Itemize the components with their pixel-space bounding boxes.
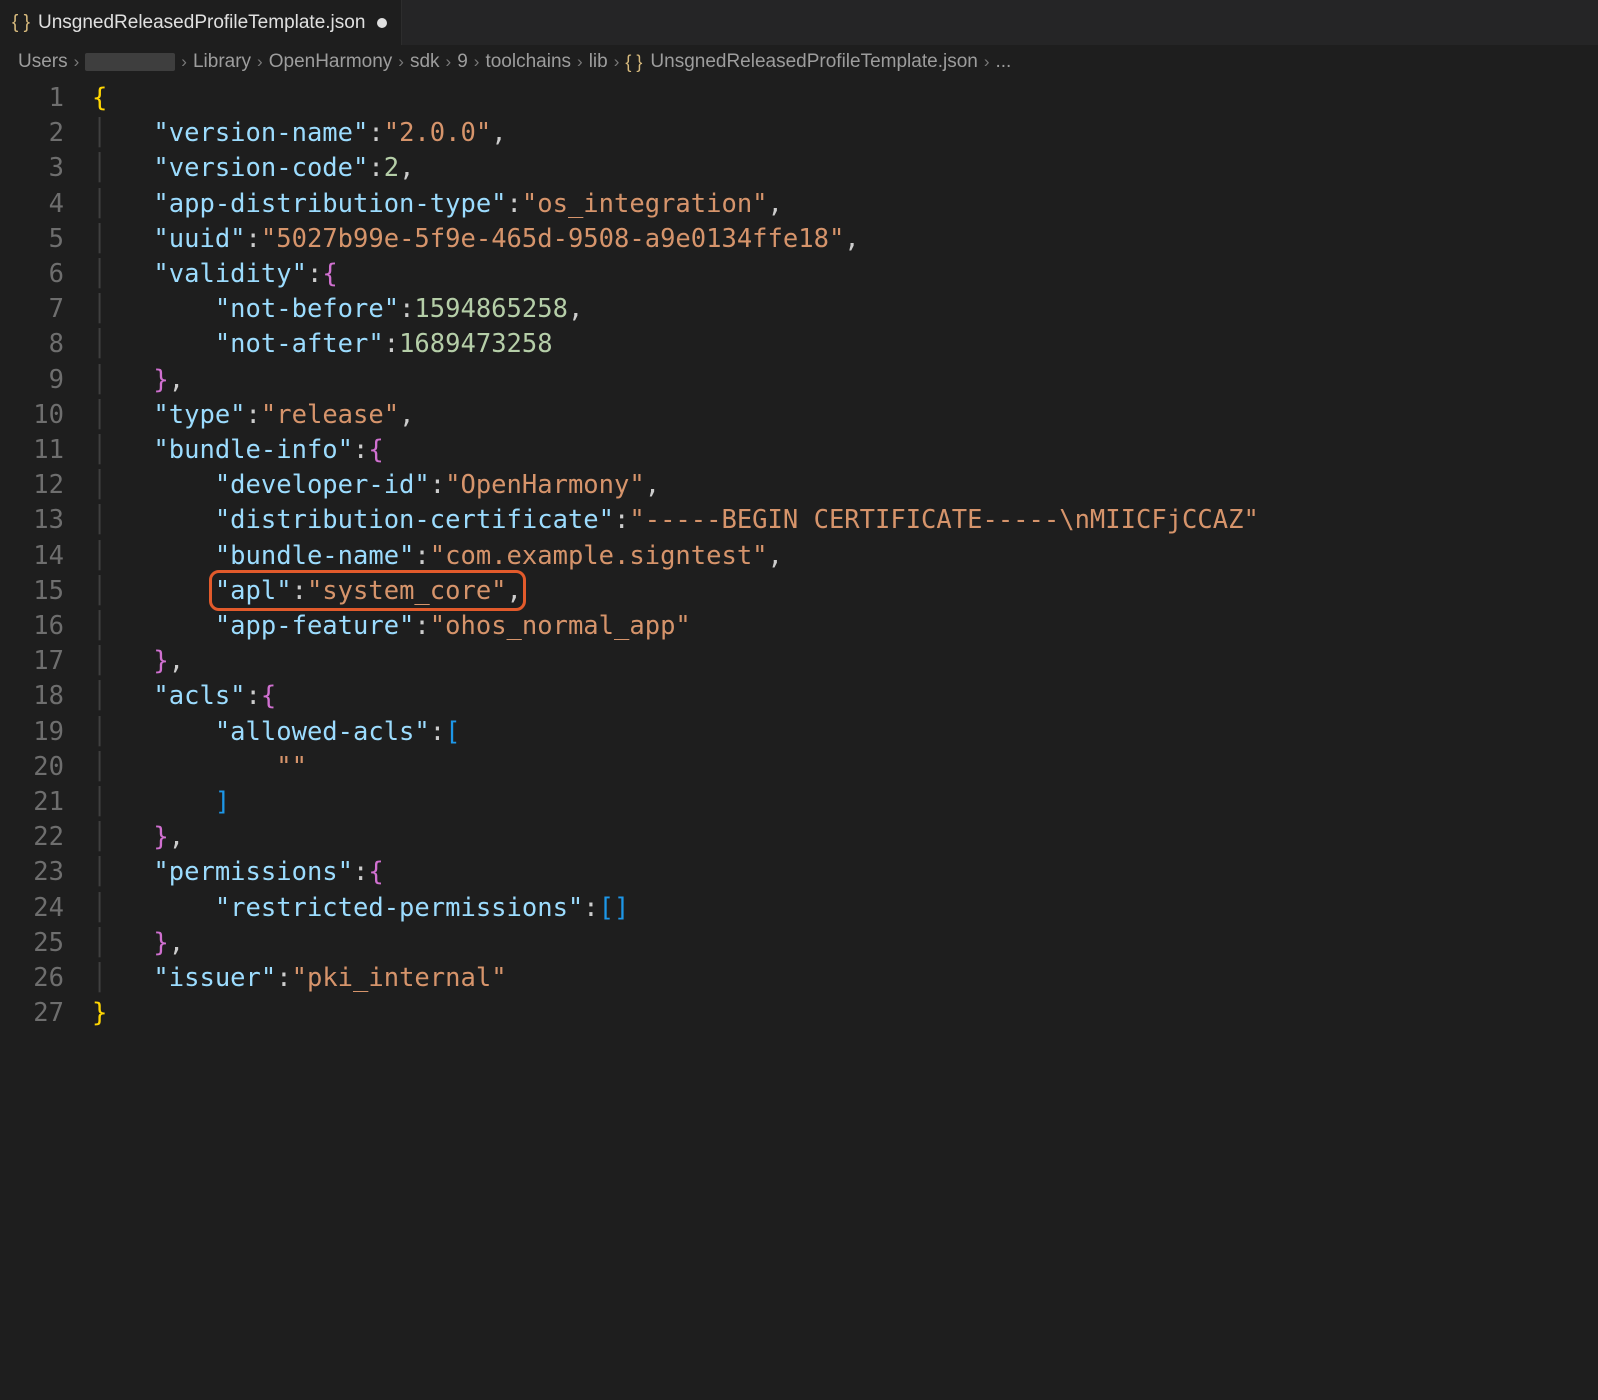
- breadcrumb-item[interactable]: UnsgnedReleasedProfileTemplate.json: [650, 51, 977, 73]
- tab-bar: { } UnsgnedReleasedProfileTemplate.json: [0, 0, 1598, 45]
- breadcrumb-item[interactable]: lib: [589, 51, 608, 73]
- dirty-indicator-icon: [377, 18, 387, 28]
- line-number-gutter: 1234567891011121314151617181920212223242…: [0, 81, 92, 1031]
- chevron-right-icon: ›: [474, 52, 480, 72]
- code-editor[interactable]: 1234567891011121314151617181920212223242…: [0, 79, 1598, 1031]
- breadcrumb-item[interactable]: Users: [18, 51, 68, 73]
- breadcrumb[interactable]: Users › › Library › OpenHarmony › sdk › …: [0, 45, 1598, 79]
- chevron-right-icon: ›: [577, 52, 583, 72]
- breadcrumb-item[interactable]: OpenHarmony: [269, 51, 393, 73]
- chevron-right-icon: ›: [257, 52, 263, 72]
- editor-tab[interactable]: { } UnsgnedReleasedProfileTemplate.json: [0, 0, 402, 45]
- breadcrumb-item[interactable]: 9: [457, 51, 468, 73]
- chevron-right-icon: ›: [446, 52, 452, 72]
- tab-filename: UnsgnedReleasedProfileTemplate.json: [38, 12, 365, 34]
- chevron-right-icon: ›: [398, 52, 404, 72]
- chevron-right-icon: ›: [984, 52, 990, 72]
- breadcrumb-item[interactable]: sdk: [410, 51, 440, 73]
- chevron-right-icon: ›: [614, 52, 620, 72]
- json-file-icon: { }: [12, 12, 30, 34]
- json-file-icon: { }: [625, 52, 642, 73]
- breadcrumb-item-redacted[interactable]: [85, 53, 175, 71]
- breadcrumb-item[interactable]: Library: [193, 51, 251, 73]
- chevron-right-icon: ›: [74, 52, 80, 72]
- breadcrumb-item[interactable]: toolchains: [485, 51, 571, 73]
- breadcrumb-item[interactable]: ...: [996, 51, 1012, 73]
- code-content[interactable]: {│ "version-name":"2.0.0",│ "version-cod…: [92, 81, 1259, 1031]
- chevron-right-icon: ›: [181, 52, 187, 72]
